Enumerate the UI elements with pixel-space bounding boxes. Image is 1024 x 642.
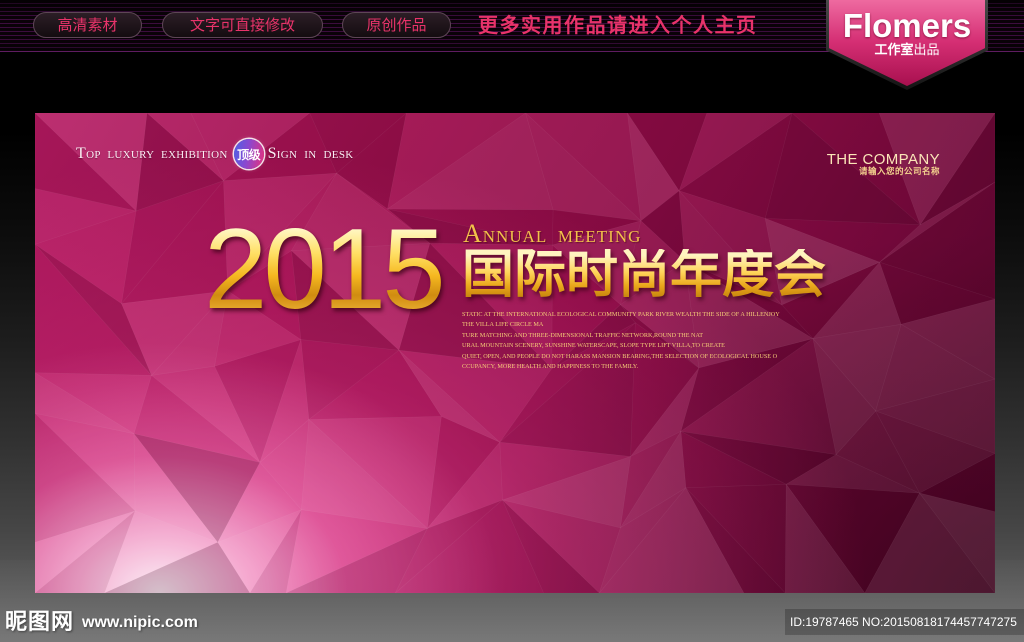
- top-grade-seal: 顶级: [233, 139, 264, 169]
- tag-editable-text[interactable]: 文字可直接修改: [162, 12, 323, 38]
- tag-hd-material[interactable]: 高清素材: [33, 12, 142, 38]
- studio-badge: Flomers 工作室出品: [826, 0, 988, 90]
- event-banner: TOP LUXURY EXHIBITION 顶级 SIGN IN DESK TH…: [35, 113, 995, 593]
- company-name: THE COMPANY: [826, 151, 940, 168]
- description-line: CCUPANCY, MORE HEALTH AND HAPPINESS TO T…: [462, 363, 639, 371]
- watermark-site-name: 昵图网: [5, 610, 75, 635]
- description-line: QUIET, OPEN, AND PEOPLE DO NOT HARASS MA…: [462, 352, 778, 360]
- description: STATIC AT THE INTERNATIONAL ECOLOGICAL C…: [462, 310, 780, 372]
- studio-label: 工作室: [874, 43, 914, 58]
- event-title: 国际时尚年度会: [462, 245, 827, 305]
- top-grade-seal-text: 顶级: [237, 147, 261, 162]
- studio-badge-body: Flomers 工作室出品: [829, 0, 985, 86]
- description-line: TURE MATCHING AND THREE-DIMENSIONAL TRAF…: [462, 331, 704, 339]
- tagline-left: TOP LUXURY EXHIBITION: [76, 145, 228, 162]
- image-id-label: ID:19787465 NO:20150818174457747275: [785, 609, 1024, 635]
- event-year: 2015: [204, 206, 446, 333]
- studio-brand-name: Flomers: [842, 7, 972, 44]
- studio-badge-subtitle: 工作室出品: [829, 44, 985, 58]
- company-block: THE COMPANY 请输入您的公司名称: [827, 152, 940, 177]
- poster-page: 高清素材 文字可直接修改 原创作品 更多实用作品请进入个人主页 Flomers …: [0, 0, 1024, 642]
- tagline-row: TOP LUXURY EXHIBITION 顶级 SIGN IN DESK: [76, 139, 353, 169]
- tagline-right: SIGN IN DESK: [267, 145, 354, 162]
- promo-homepage-link[interactable]: 更多实用作品请进入个人主页: [478, 13, 758, 37]
- produced-label: 出品: [913, 43, 940, 58]
- tag-original-work[interactable]: 原创作品: [342, 12, 451, 38]
- description-line: THE VILLA LIFE CIRCLE MA: [462, 321, 544, 329]
- company-name-hint: 请输入您的公司名称: [858, 167, 940, 177]
- description-line: STATIC AT THE INTERNATIONAL ECOLOGICAL C…: [462, 311, 780, 318]
- watermark-site-url: www.nipic.com: [82, 614, 198, 631]
- description-line: URAL MOUNTAIN SCENERY, SUNSHINE WATERSCA…: [462, 342, 725, 350]
